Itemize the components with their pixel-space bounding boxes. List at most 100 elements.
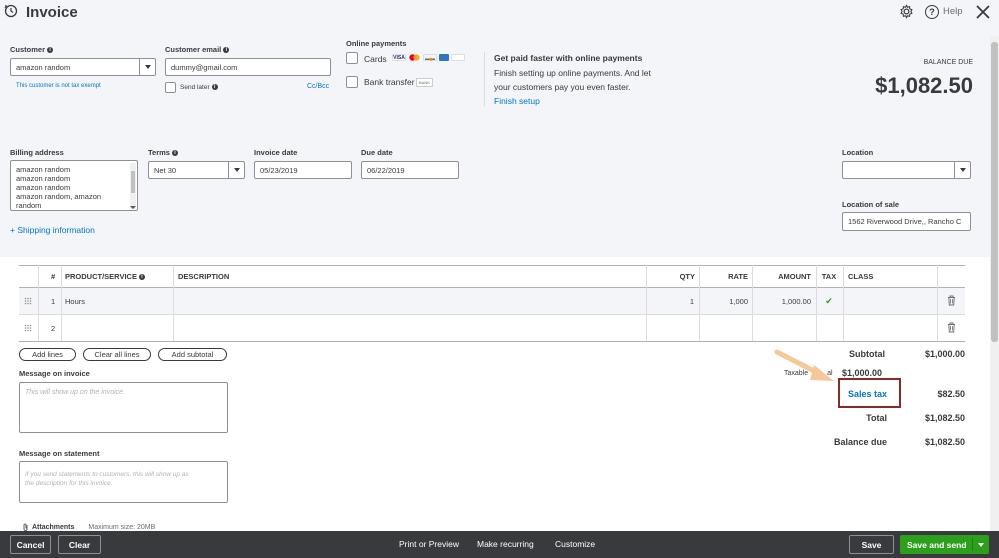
balance-due-total-label: Balance due xyxy=(833,437,887,447)
message-invoice-label: Message on invoice xyxy=(19,369,90,378)
customer-label: Customer i xyxy=(10,45,54,54)
info-icon: i xyxy=(211,84,218,91)
row-qty[interactable]: 1 xyxy=(650,297,694,306)
discover-icon xyxy=(423,54,437,61)
promo-title: Get paid faster with online payments xyxy=(494,53,643,63)
attachments-row: Attachments Maximum size: 20MB xyxy=(22,523,155,531)
billing-line: random xyxy=(16,201,42,210)
chevron-down-icon[interactable] xyxy=(228,162,244,178)
make-recurring-link[interactable]: Make recurring xyxy=(477,539,534,549)
invoice-date-value: 05/23/2019 xyxy=(260,165,298,175)
billing-line: amazon random xyxy=(16,174,71,183)
chevron-down-icon[interactable] xyxy=(954,162,970,178)
balance-due-value: $1,082.50 xyxy=(875,73,973,98)
message-statement-placeholder-2: the description for this invoice. xyxy=(25,480,113,487)
customer-email-label: Customer email i xyxy=(165,45,230,54)
cards-checkbox[interactable] xyxy=(346,52,358,64)
help-icon: ? xyxy=(925,4,939,19)
close-icon[interactable] xyxy=(975,4,991,20)
col-divider xyxy=(173,265,174,341)
col-divider xyxy=(646,265,647,341)
clear-all-lines-button[interactable]: Clear all lines xyxy=(83,348,151,361)
col-qty-header: QTY xyxy=(679,272,695,281)
chevron-down-icon[interactable] xyxy=(139,59,155,75)
history-icon[interactable] xyxy=(4,4,18,18)
apple-pay-icon xyxy=(451,54,465,61)
attachments-label: Attachments xyxy=(32,523,75,531)
bank-transfer-label: Bank transfer xyxy=(364,77,415,87)
billing-line: amazon random, amazon xyxy=(16,192,102,201)
gear-icon[interactable] xyxy=(899,4,914,19)
info-icon: i xyxy=(138,274,145,281)
online-payments-label: Online payments xyxy=(346,39,407,48)
chevron-down-icon[interactable] xyxy=(978,543,984,547)
mastercard-icon xyxy=(408,54,421,61)
send-later-checkbox[interactable] xyxy=(165,82,176,93)
cancel-button[interactable]: Cancel xyxy=(10,535,51,554)
subtotal-value: $1,000.00 xyxy=(924,349,965,359)
clear-button[interactable]: Clear xyxy=(58,535,101,554)
row-amount[interactable]: 1,000.00 xyxy=(756,297,811,306)
add-lines-button[interactable]: Add lines xyxy=(19,348,76,361)
page-scrollbar[interactable] xyxy=(990,36,999,531)
col-product-header: PRODUCT/SERVICE i xyxy=(65,272,145,281)
location-of-sale-value: 1562 Riverwood Drive,, Rancho C xyxy=(848,217,962,226)
col-tax-header: TAX xyxy=(821,272,837,281)
tax-check-icon[interactable]: ✔ xyxy=(818,296,840,307)
finish-setup-link[interactable]: Finish setup xyxy=(494,96,540,106)
tax-exempt-note: This customer is not tax exempt xyxy=(16,83,101,89)
location-of-sale-label: Location of sale xyxy=(842,200,900,209)
location-of-sale-field[interactable]: 1562 Riverwood Drive,, Rancho C xyxy=(842,212,971,231)
customer-value: amazon random xyxy=(16,62,71,72)
annotation-arrow xyxy=(774,349,836,385)
trash-icon[interactable] xyxy=(947,322,956,333)
save-button[interactable]: Save xyxy=(849,535,894,554)
due-date-value: 06/22/2019 xyxy=(367,165,405,175)
billing-address-field[interactable]: amazon random amazon random amazon rando… xyxy=(10,160,138,211)
taxable-value: $1,000.00 xyxy=(842,368,883,378)
invoice-date-label: Invoice date xyxy=(254,148,298,157)
col-divider xyxy=(843,265,844,341)
dropdown-divider xyxy=(972,538,973,551)
col-description-header: DESCRIPTION xyxy=(178,272,230,281)
bank-transfer-checkbox[interactable] xyxy=(346,76,358,88)
col-divider xyxy=(937,265,938,341)
location-select[interactable] xyxy=(842,161,971,179)
help-button[interactable]: ? Help xyxy=(925,4,963,19)
amex-icon xyxy=(439,54,449,61)
drag-handle-icon[interactable] xyxy=(24,297,32,305)
terms-select[interactable]: Net 30 xyxy=(148,161,245,179)
col-num-header: # xyxy=(51,272,56,281)
row-rate[interactable]: 1,000 xyxy=(703,297,748,306)
shipping-info-link[interactable]: + Shipping information xyxy=(10,225,95,235)
col-divider xyxy=(752,265,753,341)
save-and-send-button[interactable]: Save and send xyxy=(900,535,989,554)
invoice-date-field[interactable]: 05/23/2019 xyxy=(254,161,352,179)
cc-bcc-link[interactable]: Cc/Bcc xyxy=(307,83,329,90)
drag-handle-icon[interactable] xyxy=(24,324,32,332)
customer-select[interactable]: amazon random xyxy=(10,58,156,76)
paperclip-icon xyxy=(22,523,29,531)
sales-tax-link[interactable]: Sales tax xyxy=(848,389,887,399)
table-top-border xyxy=(19,265,965,266)
message-statement-placeholder-1: If you send statements to customers, thi… xyxy=(25,471,189,478)
col-divider xyxy=(816,265,817,341)
info-icon: i xyxy=(171,150,178,157)
trash-icon[interactable] xyxy=(947,295,956,306)
promo-text-1: Finish setting up online payments. And l… xyxy=(494,68,651,78)
message-statement-label: Message on statement xyxy=(19,449,100,458)
row-product[interactable]: Hours xyxy=(65,297,85,306)
customize-link[interactable]: Customize xyxy=(555,539,595,549)
customer-email-field[interactable]: dummy@gmail.com xyxy=(165,58,331,76)
message-statement-field[interactable]: If you send statements to customers, thi… xyxy=(19,461,228,503)
add-subtotal-button[interactable]: Add subtotal xyxy=(158,348,227,361)
scrollbar[interactable] xyxy=(130,163,136,209)
sales-tax-value: $82.50 xyxy=(937,389,965,399)
print-preview-link[interactable]: Print or Preview xyxy=(399,539,459,549)
send-later-label: Send later i xyxy=(180,84,218,91)
message-invoice-field[interactable]: This will show up on the invoice. xyxy=(19,382,228,433)
due-date-label: Due date xyxy=(361,148,393,157)
table-bottom-border xyxy=(19,341,965,342)
total-label: Total xyxy=(866,413,887,423)
due-date-field[interactable]: 06/22/2019 xyxy=(361,161,459,179)
